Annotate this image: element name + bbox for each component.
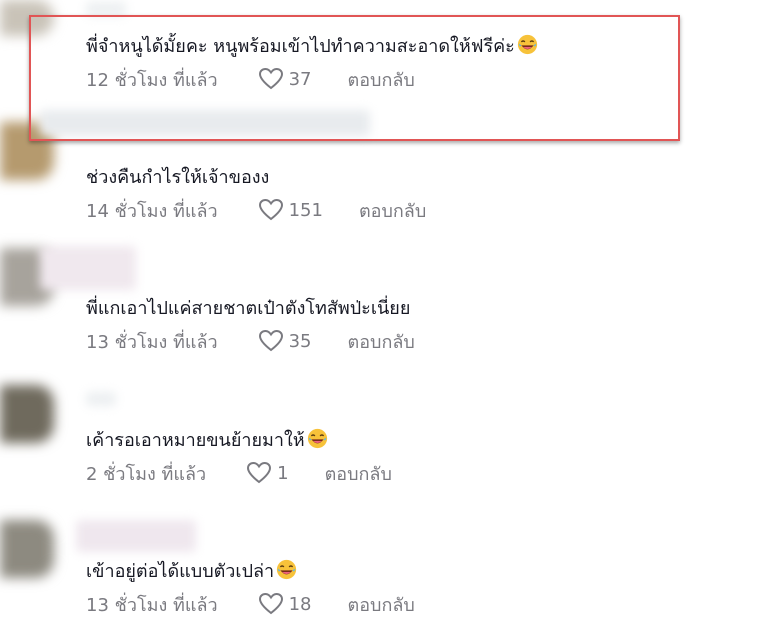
like-button[interactable]: 18	[258, 592, 312, 616]
comment-timestamp: 13 ชั่วโมง ที่แล้ว	[86, 331, 218, 353]
laughing-face-emoji	[277, 559, 297, 580]
like-button[interactable]: 151	[258, 198, 323, 222]
username-blurred[interactable]	[76, 520, 196, 552]
like-button[interactable]: 1	[246, 461, 289, 485]
username-blurred[interactable]	[40, 246, 136, 290]
comment-item: เข้าอยู่ต่อได้แบบตัวเปล่า 13 ชั่วโมง ที่…	[86, 559, 415, 616]
comment-timestamp: 13 ชั่วโมง ที่แล้ว	[86, 594, 218, 616]
comment-timestamp: 2 ชั่วโมง ที่แล้ว	[86, 463, 207, 485]
like-count: 1	[277, 462, 289, 484]
avatar[interactable]	[0, 520, 54, 578]
comment-item: เค้ารอเอาหมายขนย้ายมาให้ 2 ชั่วโมง ที่แล…	[86, 428, 392, 485]
comment-timestamp: 14 ชั่วโมง ที่แล้ว	[86, 200, 218, 222]
laughing-face-emoji	[307, 428, 327, 449]
heart-icon	[258, 329, 283, 352]
like-button[interactable]: 35	[258, 329, 312, 353]
heart-icon	[258, 198, 283, 221]
username-blurred[interactable]	[86, 2, 126, 16]
reply-button[interactable]: ตอบกลับ	[348, 590, 415, 619]
comment-item: ช่วงคืนกำไรให้เจ้าของง 14 ชั่วโมง ที่แล้…	[86, 166, 426, 222]
like-count: 151	[288, 199, 323, 221]
comment-text: เค้ารอเอาหมายขนย้ายมาให้	[86, 428, 392, 453]
reply-button[interactable]: ตอบกลับ	[359, 196, 426, 225]
comment-text: พี่แกเอาไปแค่สายชาตเป๋าตังโทสัพป่ะเนี่ยย	[86, 298, 411, 319]
like-count: 18	[288, 593, 312, 615]
username-blurred[interactable]	[86, 392, 116, 406]
comment-text: เข้าอยู่ต่อได้แบบตัวเปล่า	[86, 559, 415, 584]
heart-icon	[258, 592, 283, 615]
heart-icon	[247, 461, 272, 484]
comment-text: ช่วงคืนกำไรให้เจ้าของง	[86, 167, 270, 188]
reply-button[interactable]: ตอบกลับ	[325, 459, 392, 488]
reply-button[interactable]: ตอบกลับ	[348, 327, 415, 356]
like-count: 35	[288, 330, 312, 352]
comment-item: พี่แกเอาไปแค่สายชาตเป๋าตังโทสัพป่ะเนี่ยย…	[86, 297, 415, 353]
highlight-box	[29, 15, 680, 141]
avatar[interactable]	[0, 385, 54, 443]
